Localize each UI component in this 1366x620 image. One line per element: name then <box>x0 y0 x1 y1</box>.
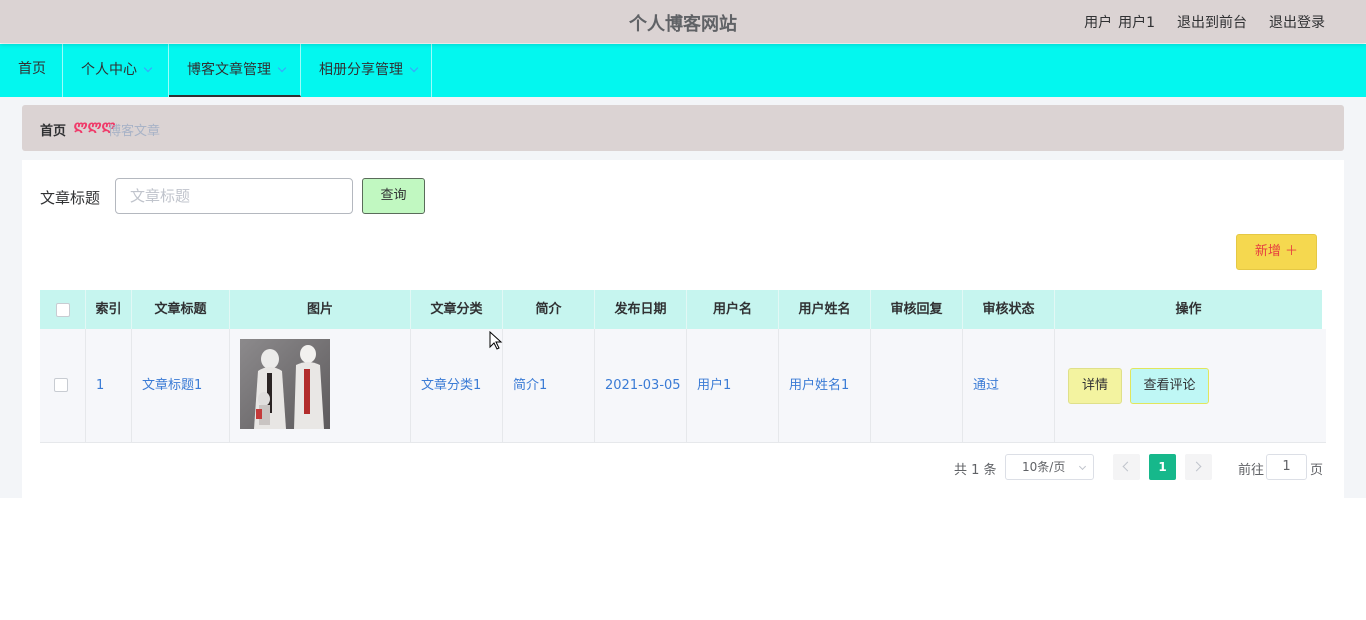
header-links: 用户 用户1 退出到前台 退出登录 <box>1084 12 1325 32</box>
column-header[interactable]: 文章标题 <box>132 290 230 329</box>
main-panel: 文章标题 查询 新增 ＋ 索引 文章标题 图片 文章分类 简介 发布日期 用户名… <box>22 160 1344 498</box>
nav-item-home[interactable]: 首页 <box>0 44 63 97</box>
nav-item-label: 首页 <box>18 61 46 77</box>
logout-link[interactable]: 退出登录 <box>1269 12 1325 32</box>
chevron-down-icon <box>277 63 287 73</box>
column-header[interactable]: 文章分类 <box>411 290 503 329</box>
mouse-cursor-icon <box>489 331 503 350</box>
table-header: 索引 文章标题 图片 文章分类 简介 发布日期 用户名 用户姓名 审核回复 审核… <box>40 290 1322 329</box>
header-select-cell <box>40 290 86 329</box>
column-header[interactable]: 审核回复 <box>871 290 963 329</box>
add-button[interactable]: 新增 ＋ <box>1236 234 1317 270</box>
chevron-down-icon <box>1078 462 1087 471</box>
row-checkbox[interactable] <box>54 378 68 392</box>
cell-review-status: 通过 <box>963 329 1055 443</box>
breadcrumb: 首页 ლლლ 博客文章 <box>22 105 1344 151</box>
column-header[interactable]: 图片 <box>230 290 411 329</box>
chevron-down-icon <box>409 63 419 73</box>
column-header[interactable]: 索引 <box>86 290 132 329</box>
search-input[interactable] <box>115 178 353 214</box>
column-header[interactable]: 审核状态 <box>963 290 1055 329</box>
page-size-value: 10条/页 <box>1022 460 1066 474</box>
column-header: 操作 <box>1175 302 1202 317</box>
goto-page-input[interactable]: 1 <box>1266 454 1307 480</box>
nav-item-blog-articles[interactable]: 博客文章管理 <box>169 44 301 97</box>
row-select-cell <box>40 329 86 443</box>
prev-page-button[interactable] <box>1113 454 1140 480</box>
top-header: 个人博客网站 用户 用户1 退出到前台 退出登录 <box>0 0 1366 43</box>
select-all-checkbox[interactable] <box>56 303 70 317</box>
nav-item-personal-center[interactable]: 个人中心 <box>63 44 169 97</box>
cell-username: 用户1 <box>687 329 779 443</box>
cell-intro: 简介1 <box>503 329 595 443</box>
view-comments-button[interactable]: 查看评论 <box>1130 368 1209 404</box>
breadcrumb-home[interactable]: 首页 <box>40 120 66 139</box>
query-button[interactable]: 查询 <box>362 178 425 214</box>
main-nav: 首页 个人中心 博客文章管理 相册分享管理 <box>0 44 1366 97</box>
page-number-current[interactable]: 1 <box>1149 454 1176 480</box>
breadcrumb-current: 博客文章 <box>108 124 161 139</box>
cell-actions: 详情 查看评论 <box>1055 329 1326 443</box>
cell-index: 1 <box>86 329 132 443</box>
cell-date: 2021-03-05 <box>595 329 687 443</box>
pagination: 共 1 条 10条/页 1 前往 1 页 <box>22 453 1344 481</box>
pagination-total: 共 1 条 <box>954 463 997 478</box>
search-label: 文章标题 <box>40 189 101 207</box>
page-suffix: 页 <box>1310 463 1324 478</box>
nav-item-label: 个人中心 <box>81 62 137 78</box>
detail-button[interactable]: 详情 <box>1068 368 1122 404</box>
article-thumbnail-image[interactable] <box>240 339 330 429</box>
nav-item-label: 博客文章管理 <box>187 62 271 78</box>
column-header[interactable]: 用户名 <box>687 290 779 329</box>
back-to-front-link[interactable]: 退出到前台 <box>1177 12 1247 32</box>
nav-item-album-share[interactable]: 相册分享管理 <box>301 44 432 97</box>
column-header[interactable]: 用户姓名 <box>779 290 871 329</box>
chevron-down-icon <box>143 63 153 73</box>
user-label: 用户 <box>1084 15 1113 31</box>
table-row: 1 文章标题1 文章分类1 简介1 2021-03-05 用户1 用户姓名1 通… <box>40 329 1326 443</box>
user-name[interactable]: 用户1 <box>1118 12 1155 32</box>
page-size-select[interactable]: 10条/页 <box>1005 454 1094 480</box>
cell-image <box>230 329 411 443</box>
nav-item-label: 相册分享管理 <box>319 62 403 78</box>
cell-review-reply <box>871 329 963 443</box>
cell-title: 文章标题1 <box>132 329 230 443</box>
goto-label: 前往 <box>1238 463 1265 478</box>
next-page-button[interactable] <box>1185 454 1212 480</box>
column-header[interactable]: 发布日期 <box>595 290 687 329</box>
cell-fullname: 用户姓名1 <box>779 329 871 443</box>
column-header[interactable]: 简介 <box>503 290 595 329</box>
